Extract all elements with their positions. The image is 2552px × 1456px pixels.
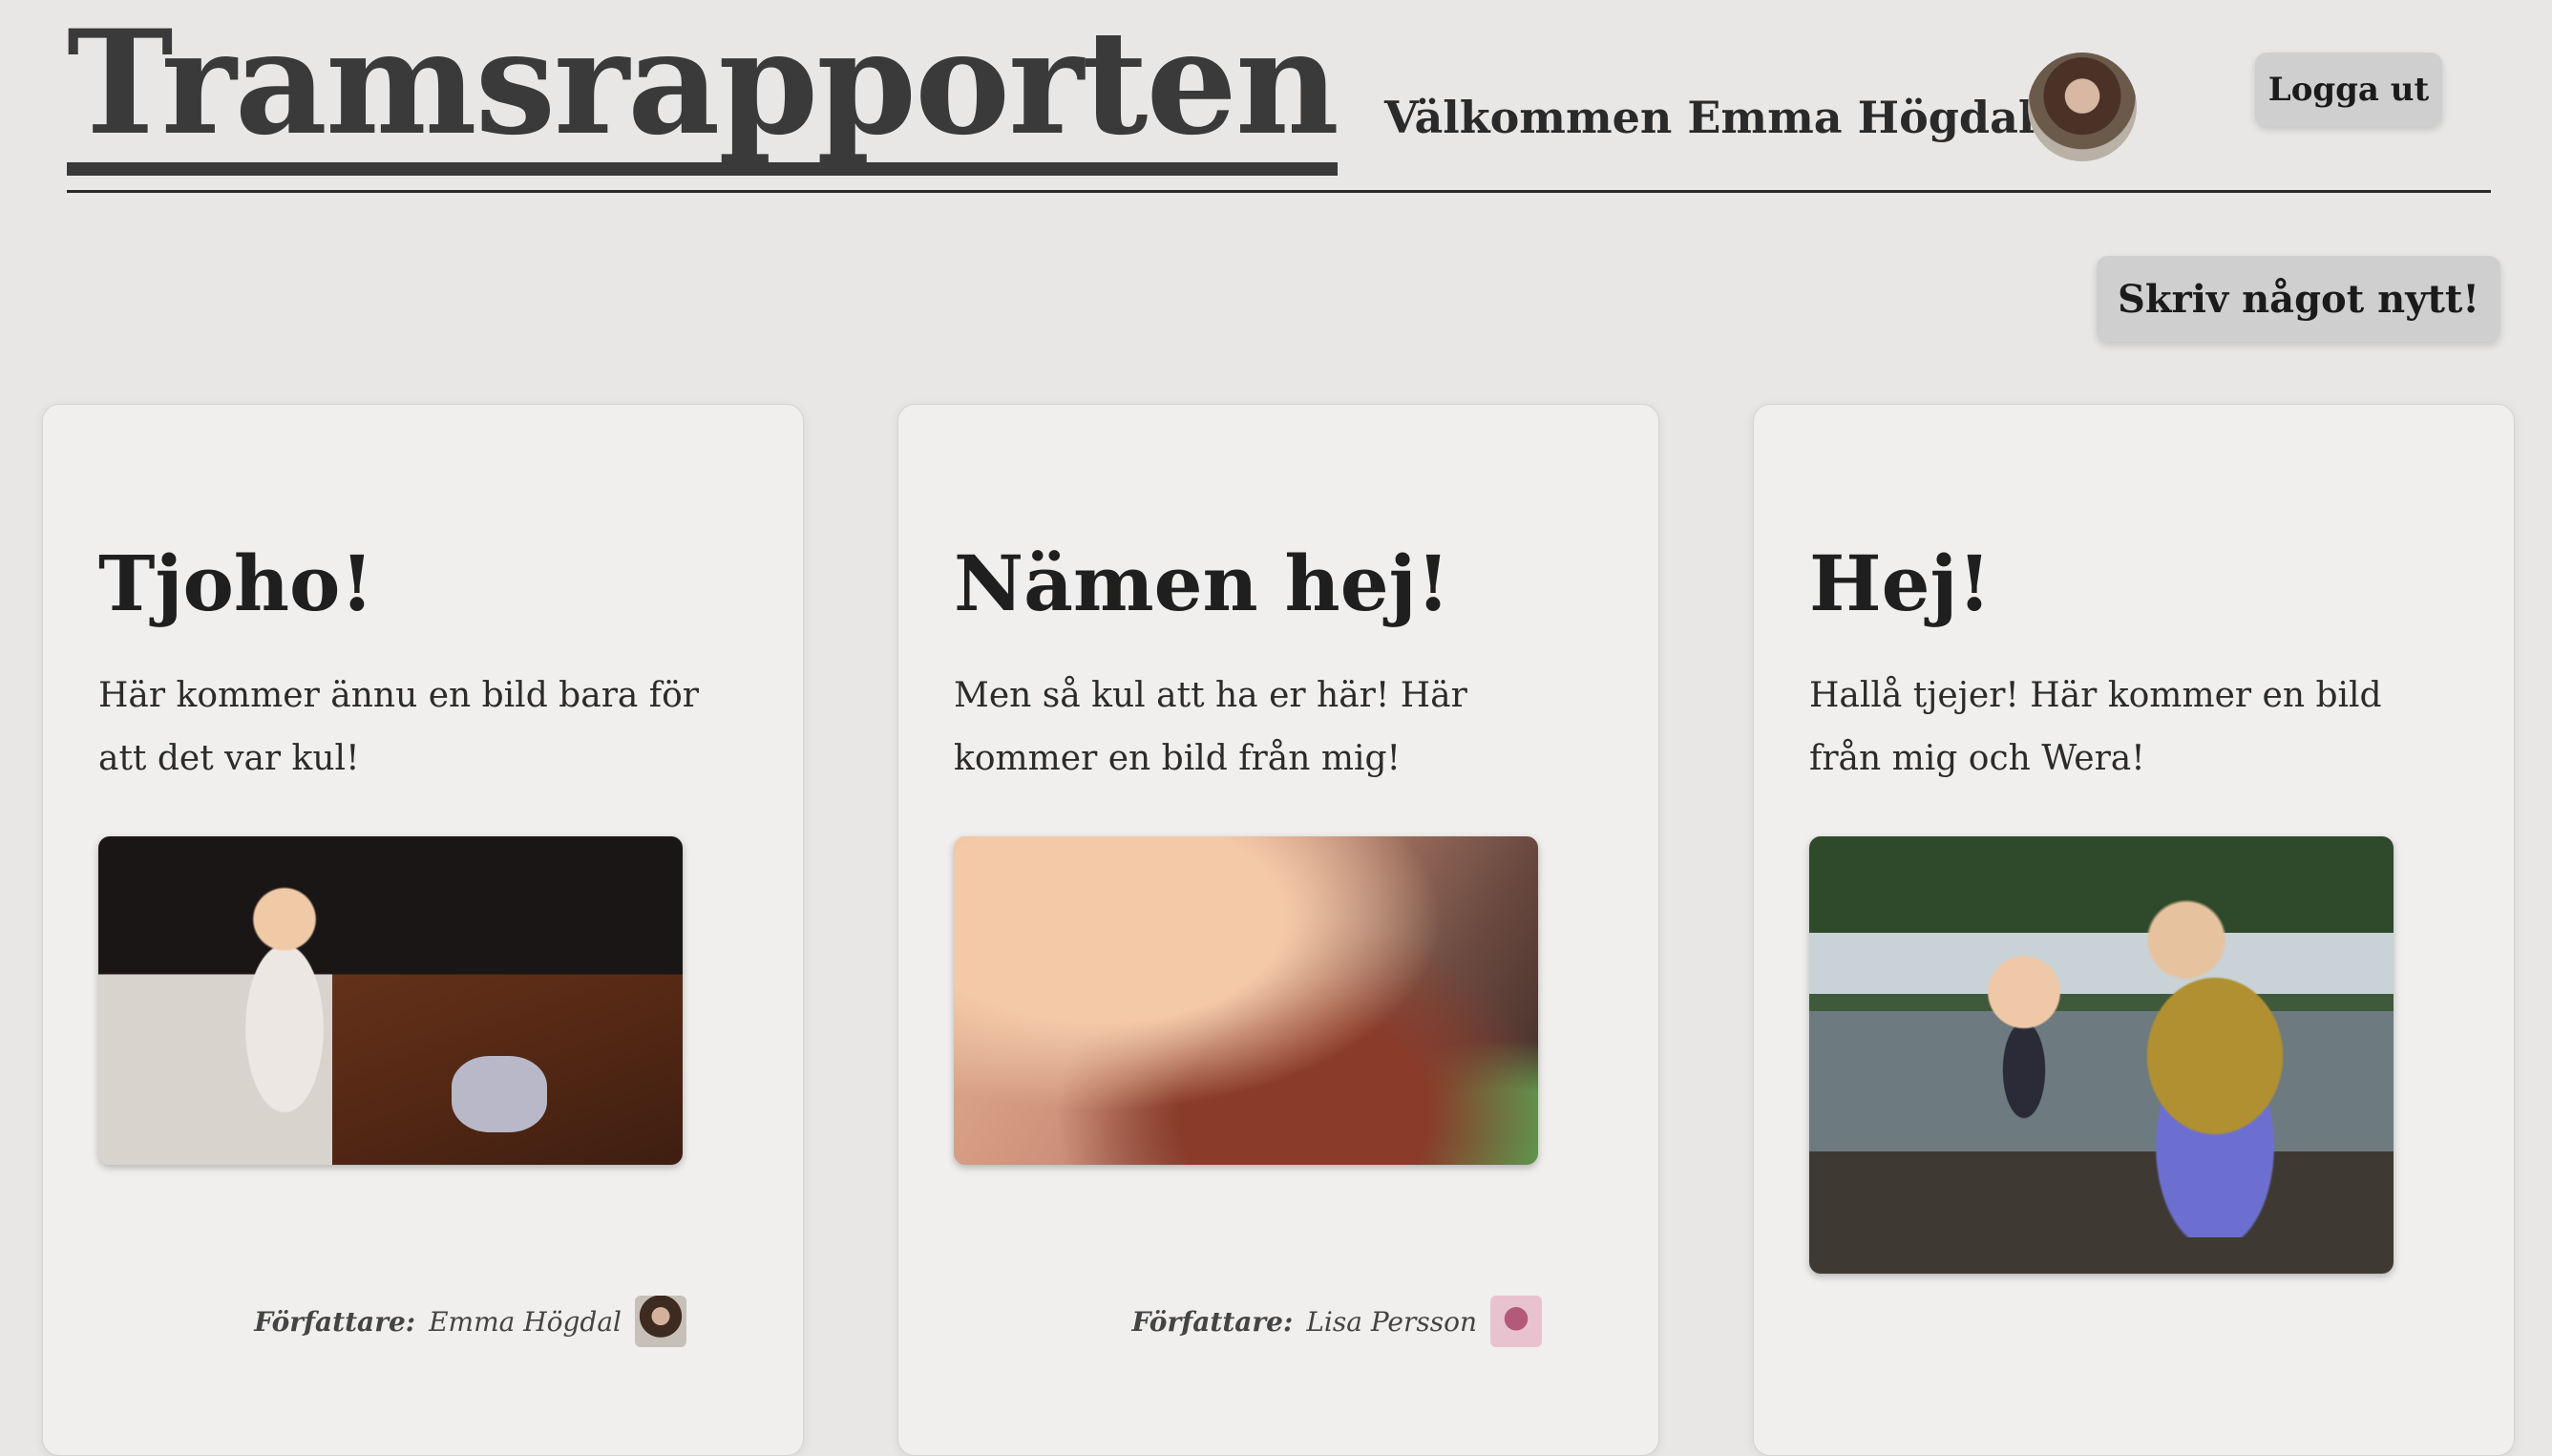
post-body: Hallå tjejer! Här kommer en bild från mi… bbox=[1809, 676, 2382, 778]
post-image bbox=[98, 836, 683, 1165]
header-divider bbox=[67, 190, 2491, 193]
post-body: Här kommer ännu en bild bara för att det… bbox=[98, 676, 700, 778]
logout-button[interactable]: Logga ut bbox=[2255, 53, 2442, 126]
post-title: Tjoho! bbox=[98, 538, 374, 628]
post-body: Men så kul att ha er här! Här kommer en … bbox=[954, 676, 1467, 778]
author-avatar bbox=[1490, 1296, 1542, 1347]
post-card: Nämen hej! Men så kul att ha er här! Här… bbox=[897, 404, 1659, 1456]
author-avatar bbox=[635, 1296, 686, 1347]
post-title: Nämen hej! bbox=[954, 538, 1450, 628]
post-card: Hej! Hallå tjejer! Här kommer en bild fr… bbox=[1753, 404, 2515, 1456]
welcome-message: Välkommen Emma Högdal! bbox=[1384, 92, 2055, 143]
new-post-button[interactable]: Skriv något nytt! bbox=[2097, 256, 2500, 342]
post-title: Hej! bbox=[1809, 538, 1992, 628]
author-name: Emma Högdal bbox=[429, 1305, 622, 1338]
post-image bbox=[954, 836, 1538, 1165]
site-logo[interactable]: Tramsrapporten bbox=[67, 11, 1339, 176]
post-author: Författare: Emma Högdal bbox=[254, 1296, 686, 1347]
author-name: Lisa Persson bbox=[1306, 1305, 1477, 1338]
post-author: Författare: Lisa Persson bbox=[1131, 1296, 1542, 1347]
author-label: Författare: bbox=[254, 1305, 416, 1338]
post-card: Tjoho! Här kommer ännu en bild bara för … bbox=[42, 404, 804, 1456]
post-image bbox=[1809, 836, 2394, 1274]
author-label: Författare: bbox=[1131, 1305, 1294, 1338]
user-avatar[interactable] bbox=[2028, 53, 2137, 161]
